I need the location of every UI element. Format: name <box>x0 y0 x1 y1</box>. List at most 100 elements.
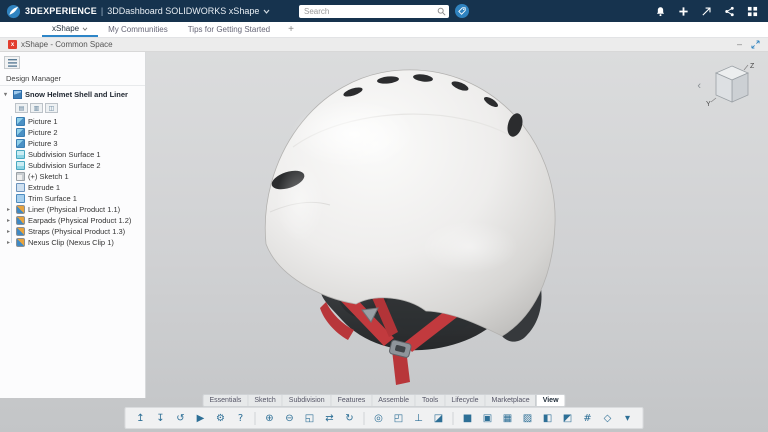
toolbar-button-display-options[interactable]: ▾ <box>619 410 637 426</box>
tree-row-label: Nexus Clip (Nexus Clip 1) <box>28 238 114 247</box>
expand-arrow-icon[interactable]: ▸ <box>7 217 13 224</box>
search-icon[interactable] <box>437 7 446 16</box>
platform-brand-area[interactable]: 3DEXPERIENCE | 3DDashboard SOLIDWORKS xS… <box>0 4 270 19</box>
brand-text: 3DEXPERIENCE <box>25 6 97 16</box>
toolbar-button-hidden-line[interactable]: ▨ <box>519 410 537 426</box>
toolbar-button-normal-to[interactable]: ⊥ <box>410 410 428 426</box>
ribbon-tab-features[interactable]: Features <box>332 395 373 406</box>
toolbar-button-help[interactable]: ? <box>232 410 250 426</box>
app-titlebar: x xShape - Common Space – <box>0 38 768 52</box>
tree-row-sketch-1[interactable]: (+) Sketch 1 <box>0 171 145 182</box>
tree-row-liner[interactable]: ▸ Liner (Physical Product 1.1) <box>0 204 145 215</box>
tree-filter-button-2[interactable]: ▥ <box>30 103 43 113</box>
toolbar-button-shaded[interactable]: ■ <box>459 410 477 426</box>
tab-xshape-label: xShape <box>52 24 79 33</box>
tree-root-label: Snow Helmet Shell and Liner <box>25 90 128 99</box>
toolbar-button-zoom-in[interactable]: ⊕ <box>261 410 279 426</box>
add-tab-button[interactable]: + <box>280 22 302 37</box>
tab-xshape[interactable]: xShape <box>42 22 98 37</box>
tree-row-label: Subdivision Surface 2 <box>28 161 101 170</box>
part-icon <box>13 90 22 99</box>
toolbar-button-iso-view[interactable]: ◪ <box>430 410 448 426</box>
apps-grid-icon <box>747 6 758 17</box>
expand-arrow-icon[interactable]: ▸ <box>7 228 13 235</box>
toolbar-button-rotate[interactable]: ↻ <box>341 410 359 426</box>
ribbon-tab-sketch[interactable]: Sketch <box>248 395 282 406</box>
tree-root-row[interactable]: ▾ Snow Helmet Shell and Liner <box>0 88 145 101</box>
collapse-arrow-icon[interactable]: ▾ <box>4 91 10 98</box>
toolbar-separator <box>453 412 454 425</box>
tree-row-earpads[interactable]: ▸ Earpads (Physical Product 1.2) <box>0 215 145 226</box>
collaborate-button[interactable] <box>723 5 735 17</box>
physical-product-icon <box>16 205 25 214</box>
xshape-app-icon: x <box>8 40 17 49</box>
expand-button[interactable] <box>751 40 760 49</box>
tree-row-label: Picture 2 <box>28 128 58 137</box>
ribbon-tab-view[interactable]: View <box>537 395 565 406</box>
toolbar-button-zoom-fit[interactable]: ◱ <box>301 410 319 426</box>
toolbar-button-fit-all[interactable]: ◰ <box>390 410 408 426</box>
toolbar-button-settings-gear[interactable]: ⚙ <box>212 410 230 426</box>
snow-helmet-3d-model[interactable] <box>208 52 588 404</box>
action-bar-tabs: Essentials Sketch Subdivision Features A… <box>202 394 565 407</box>
tree-row-label: Trim Surface 1 <box>28 194 77 203</box>
tree-row-label: Picture 3 <box>28 139 58 148</box>
notifications-button[interactable] <box>654 5 666 17</box>
ribbon-tab-subdivision[interactable]: Subdivision <box>283 395 332 406</box>
share-button[interactable] <box>700 5 712 17</box>
ribbon-tab-tools[interactable]: Tools <box>416 395 445 406</box>
minimize-button[interactable]: – <box>737 40 742 49</box>
toolbar-button-ambient-occlusion[interactable]: ◩ <box>559 410 577 426</box>
toolbar-button-grid[interactable]: # <box>579 410 597 426</box>
tab-my-communities[interactable]: My Communities <box>98 22 178 37</box>
xshape-app-window: x xShape - Common Space – <box>0 38 768 432</box>
toolbar-button-zoom-out[interactable]: ⊖ <box>281 410 299 426</box>
toolbar-button-pan[interactable]: ⇄ <box>321 410 339 426</box>
ribbon-tab-marketplace[interactable]: Marketplace <box>486 395 537 406</box>
toolbar-button-export[interactable]: ↥ <box>132 410 150 426</box>
toolbar-button-play-settings[interactable]: ▶ <box>192 410 210 426</box>
search-input[interactable] <box>304 6 437 17</box>
tree-filter-button-3[interactable]: ◫ <box>45 103 58 113</box>
toolbar-button-section[interactable]: ◧ <box>539 410 557 426</box>
tree-filter-button-1[interactable]: ▤ <box>15 103 28 113</box>
tree-row-picture-2[interactable]: Picture 2 <box>0 127 145 138</box>
tree-row-label: Straps (Physical Product 1.3) <box>28 227 125 236</box>
ribbon-tab-assemble[interactable]: Assemble <box>372 395 416 406</box>
expand-arrow-icon[interactable]: ▸ <box>7 239 13 246</box>
tree-row-trim-surface-1[interactable]: Trim Surface 1 <box>0 193 145 204</box>
toolbar-button-perspective[interactable]: ◇ <box>599 410 617 426</box>
expand-icon <box>751 40 760 49</box>
tree-row-subdivision-surface-1[interactable]: Subdivision Surface 1 <box>0 149 145 160</box>
bell-icon <box>655 6 666 17</box>
toolbar-button-shaded-edges[interactable]: ▣ <box>479 410 497 426</box>
expand-arrow-icon[interactable]: ▸ <box>7 206 13 213</box>
ribbon-tab-essentials[interactable]: Essentials <box>203 395 248 406</box>
plus-icon <box>678 6 689 17</box>
window-controls: – <box>737 40 760 49</box>
toolbar-button-center-view[interactable]: ◎ <box>370 410 388 426</box>
brand-separator: | <box>101 6 103 16</box>
tree-row-extrude-1[interactable]: Extrude 1 <box>0 182 145 193</box>
ribbon-tab-lifecycle[interactable]: Lifecycle <box>445 395 485 406</box>
add-button[interactable] <box>677 5 689 17</box>
toolbar-button-wireframe[interactable]: ▦ <box>499 410 517 426</box>
cube-collapse-button[interactable]: ‹ <box>697 81 701 92</box>
tree-row-picture-1[interactable]: Picture 1 <box>0 116 145 127</box>
tree-row-straps[interactable]: ▸ Straps (Physical Product 1.3) <box>0 226 145 237</box>
toolbar-button-import[interactable]: ↧ <box>152 410 170 426</box>
tree-row-nexus-clip[interactable]: ▸ Nexus Clip (Nexus Clip 1) <box>0 237 145 248</box>
tag-button[interactable] <box>455 4 469 18</box>
tab-tips-for-getting-started[interactable]: Tips for Getting Started <box>178 22 280 37</box>
tree-row-label: Subdivision Surface 1 <box>28 150 101 159</box>
list-icon <box>8 59 17 67</box>
tree-row-subdivision-surface-2[interactable]: Subdivision Surface 2 <box>0 160 145 171</box>
apps-button[interactable] <box>746 5 758 17</box>
view-cube[interactable]: Z Y <box>704 60 760 112</box>
tree-display-button[interactable] <box>4 56 20 69</box>
platform-topbar: 3DEXPERIENCE | 3DDashboard SOLIDWORKS xS… <box>0 0 768 22</box>
view-cube-widget: ‹ Z Y <box>697 60 760 112</box>
toolbar-button-update[interactable]: ↺ <box>172 410 190 426</box>
tree-row-picture-3[interactable]: Picture 3 <box>0 138 145 149</box>
compass-logo-icon <box>6 4 21 19</box>
